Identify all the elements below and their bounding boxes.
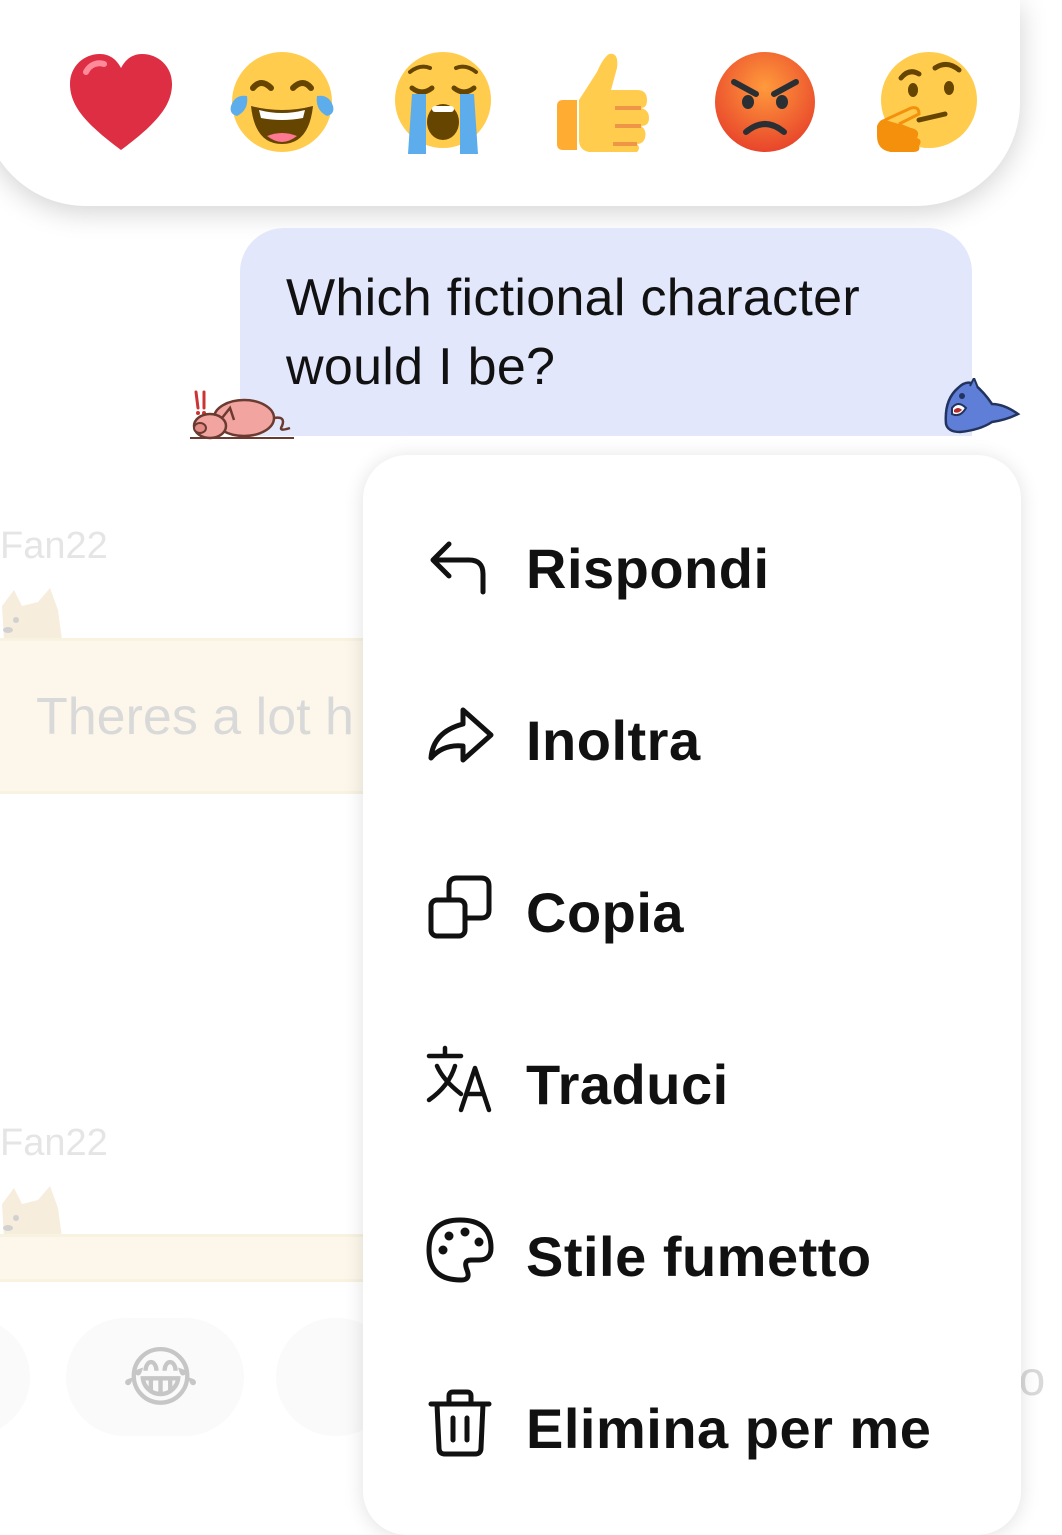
menu-item-label: Elimina per me [526, 1397, 932, 1460]
thinking-face-icon [877, 52, 977, 152]
doge-avatar [0, 1184, 62, 1240]
doge-avatar [0, 586, 62, 642]
thumbs-up-reaction[interactable] [549, 50, 659, 156]
chat-username: Fan22 [0, 525, 108, 567]
thumbs-up-icon [557, 53, 649, 152]
bubble-style-menu-item[interactable]: Stile fumetto [363, 1158, 1021, 1330]
delete-for-me-menu-item[interactable]: Elimina per me [363, 1330, 1021, 1502]
angry-face-icon [715, 52, 815, 152]
pig-sticker-icon [186, 388, 296, 440]
reply-icon [425, 528, 495, 598]
tears-of-joy-reaction[interactable] [227, 50, 337, 156]
quick-reaction-pill: 😂 [66, 1318, 244, 1436]
forward-icon [425, 700, 495, 770]
red-heart-icon [70, 54, 172, 150]
menu-item-label: Stile fumetto [526, 1225, 872, 1288]
reaction-picker [0, 0, 1020, 206]
translate-icon [425, 1044, 495, 1114]
reply-menu-item[interactable]: Rispondi [363, 470, 1021, 642]
trash-icon [425, 1388, 495, 1458]
forward-menu-item[interactable]: Inoltra [363, 642, 1021, 814]
thinking-reaction[interactable] [871, 50, 981, 156]
message-text: Which fictional character would I be? [286, 269, 860, 396]
translate-menu-item[interactable]: Traduci [363, 986, 1021, 1158]
chat-bubble: Theres a lot h [0, 638, 363, 794]
copy-menu-item[interactable]: Copia [363, 814, 1021, 986]
menu-item-label: Rispondi [526, 537, 770, 600]
palette-icon [425, 1216, 495, 1286]
selected-message-bubble[interactable]: Which fictional character would I be? [240, 228, 972, 436]
loudly-crying-face-icon [395, 52, 491, 154]
message-context-menu: Rispondi Inoltra Copia Traduci Stile fum… [363, 455, 1021, 1535]
angry-reaction[interactable] [710, 50, 820, 156]
chat-username: Fan22 [0, 1122, 108, 1164]
menu-item-label: Traduci [526, 1053, 729, 1116]
loudly-crying-reaction[interactable] [388, 50, 498, 156]
chat-bubble-text: Theres a lot h [36, 688, 354, 746]
heart-reaction[interactable] [66, 50, 176, 156]
shark-sticker-icon [940, 375, 1022, 436]
copy-icon [425, 872, 495, 942]
chat-bubble [0, 1234, 363, 1282]
menu-item-label: Inoltra [526, 709, 701, 772]
quick-reaction-pill [0, 1318, 30, 1436]
face-with-tears-of-joy-icon [230, 52, 334, 152]
menu-item-label: Copia [526, 881, 685, 944]
quick-reaction-emoji: 😂 [122, 1340, 200, 1414]
